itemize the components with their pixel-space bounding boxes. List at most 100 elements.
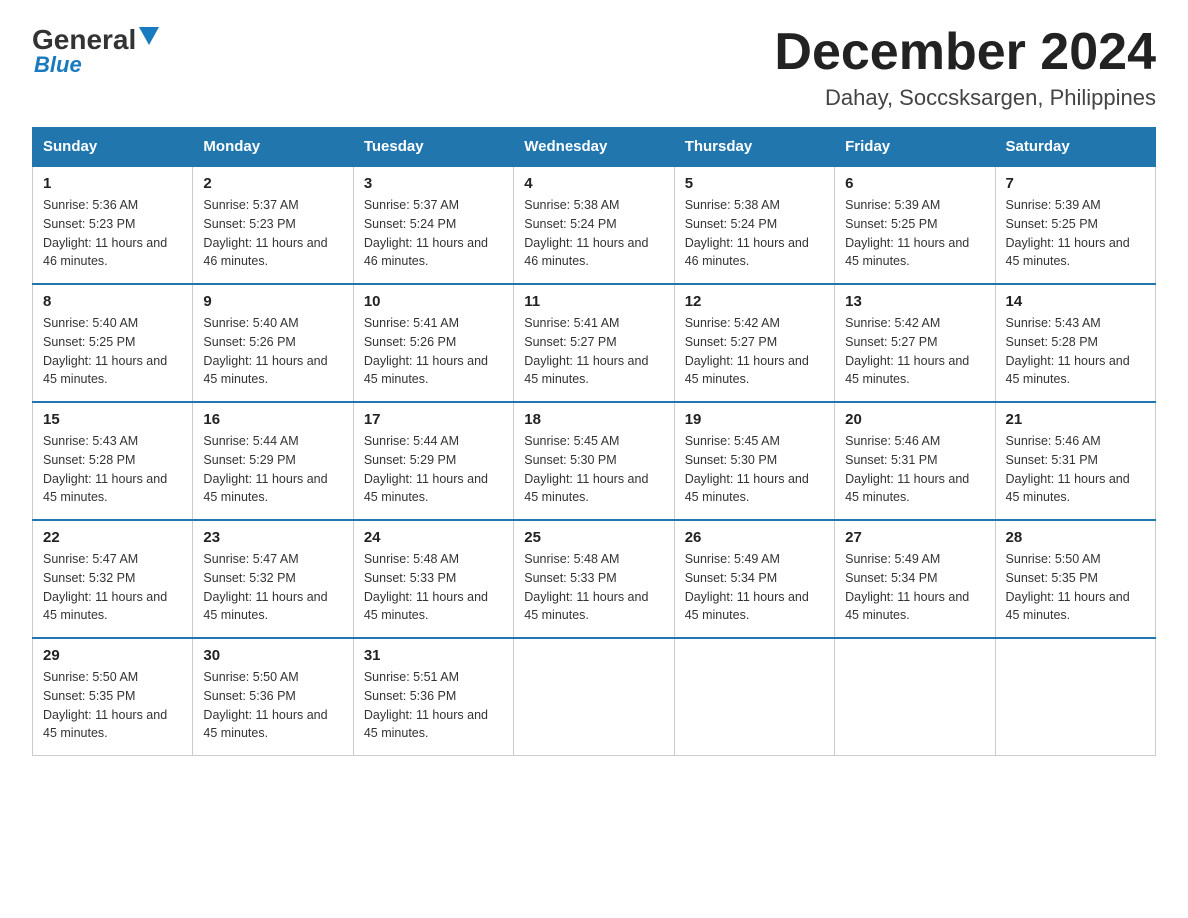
day-number: 21 bbox=[1006, 411, 1145, 428]
day-number: 18 bbox=[524, 411, 663, 428]
day-number: 16 bbox=[203, 411, 342, 428]
logo-triangle-icon bbox=[139, 27, 159, 45]
page-header: General Blue December 2024 Dahay, Soccsk… bbox=[32, 24, 1156, 111]
day-number: 28 bbox=[1006, 529, 1145, 546]
calendar-cell: 11 Sunrise: 5:41 AMSunset: 5:27 PMDayligh… bbox=[514, 284, 674, 402]
logo-area: General Blue bbox=[32, 24, 161, 78]
day-info: Sunrise: 5:49 AMSunset: 5:34 PMDaylight:… bbox=[845, 552, 969, 622]
day-info: Sunrise: 5:49 AMSunset: 5:34 PMDaylight:… bbox=[685, 552, 809, 622]
calendar-cell: 4Sunrise: 5:38 AMSunset: 5:24 PMDaylight… bbox=[514, 166, 674, 284]
calendar-cell: 19 Sunrise: 5:45 AMSunset: 5:30 PMDayligh… bbox=[674, 402, 834, 520]
calendar-cell: 25Sunrise: 5:48 AMSunset: 5:33 PMDayligh… bbox=[514, 520, 674, 638]
calendar-cell: 5 Sunrise: 5:38 AMSunset: 5:24 PMDaylight… bbox=[674, 166, 834, 284]
day-number: 25 bbox=[524, 529, 663, 546]
day-info: Sunrise: 5:43 AMSunset: 5:28 PMDaylight:… bbox=[1006, 316, 1130, 386]
header-monday: Monday bbox=[193, 128, 353, 167]
calendar-cell: 1Sunrise: 5:36 AMSunset: 5:23 PMDaylight… bbox=[33, 166, 193, 284]
day-number: 26 bbox=[685, 529, 824, 546]
calendar-subtitle: Dahay, Soccsksargen, Philippines bbox=[774, 85, 1156, 111]
calendar-table: SundayMondayTuesdayWednesdayThursdayFrid… bbox=[32, 127, 1156, 756]
day-number: 13 bbox=[845, 293, 984, 310]
calendar-cell: 8 Sunrise: 5:40 AMSunset: 5:25 PMDaylight… bbox=[33, 284, 193, 402]
header-wednesday: Wednesday bbox=[514, 128, 674, 167]
calendar-cell: 17Sunrise: 5:44 AMSunset: 5:29 PMDayligh… bbox=[353, 402, 513, 520]
calendar-cell: 14 Sunrise: 5:43 AMSunset: 5:28 PMDayligh… bbox=[995, 284, 1155, 402]
day-info: Sunrise: 5:51 AMSunset: 5:36 PMDaylight:… bbox=[364, 670, 488, 740]
day-number: 3 bbox=[364, 175, 503, 192]
calendar-cell: 30Sunrise: 5:50 AMSunset: 5:36 PMDayligh… bbox=[193, 638, 353, 756]
day-number: 19 bbox=[685, 411, 824, 428]
day-number: 11 bbox=[524, 293, 663, 310]
day-number: 24 bbox=[364, 529, 503, 546]
day-number: 7 bbox=[1006, 175, 1145, 192]
calendar-cell: 21 Sunrise: 5:46 AMSunset: 5:31 PMDayligh… bbox=[995, 402, 1155, 520]
calendar-cell: 27 Sunrise: 5:49 AMSunset: 5:34 PMDayligh… bbox=[835, 520, 995, 638]
week-row-5: 29 Sunrise: 5:50 AMSunset: 5:35 PMDayligh… bbox=[33, 638, 1156, 756]
day-number: 29 bbox=[43, 647, 182, 664]
day-number: 30 bbox=[203, 647, 342, 664]
calendar-cell: 22 Sunrise: 5:47 AMSunset: 5:32 PMDayligh… bbox=[33, 520, 193, 638]
day-number: 5 bbox=[685, 175, 824, 192]
calendar-cell: 26 Sunrise: 5:49 AMSunset: 5:34 PMDayligh… bbox=[674, 520, 834, 638]
day-number: 9 bbox=[203, 293, 342, 310]
day-number: 17 bbox=[364, 411, 503, 428]
day-info: Sunrise: 5:43 AMSunset: 5:28 PMDaylight:… bbox=[43, 434, 167, 504]
day-info: Sunrise: 5:46 AMSunset: 5:31 PMDaylight:… bbox=[1006, 434, 1130, 504]
day-number: 31 bbox=[364, 647, 503, 664]
calendar-cell: 3 Sunrise: 5:37 AMSunset: 5:24 PMDaylight… bbox=[353, 166, 513, 284]
day-info: Sunrise: 5:39 AMSunset: 5:25 PMDaylight:… bbox=[1006, 198, 1130, 268]
calendar-cell bbox=[835, 638, 995, 756]
day-info: Sunrise: 5:50 AMSunset: 5:35 PMDaylight:… bbox=[1006, 552, 1130, 622]
day-info: Sunrise: 5:47 AMSunset: 5:32 PMDaylight:… bbox=[43, 552, 167, 622]
day-number: 14 bbox=[1006, 293, 1145, 310]
calendar-cell: 31 Sunrise: 5:51 AMSunset: 5:36 PMDayligh… bbox=[353, 638, 513, 756]
day-info: Sunrise: 5:41 AMSunset: 5:27 PMDaylight:… bbox=[524, 316, 648, 386]
day-number: 6 bbox=[845, 175, 984, 192]
day-info: Sunrise: 5:39 AMSunset: 5:25 PMDaylight:… bbox=[845, 198, 969, 268]
day-info: Sunrise: 5:45 AMSunset: 5:30 PMDaylight:… bbox=[685, 434, 809, 504]
calendar-cell: 2Sunrise: 5:37 AMSunset: 5:23 PMDaylight… bbox=[193, 166, 353, 284]
day-number: 8 bbox=[43, 293, 182, 310]
calendar-cell bbox=[995, 638, 1155, 756]
calendar-cell: 9Sunrise: 5:40 AMSunset: 5:26 PMDaylight… bbox=[193, 284, 353, 402]
day-info: Sunrise: 5:47 AMSunset: 5:32 PMDaylight:… bbox=[203, 552, 327, 622]
calendar-cell: 12 Sunrise: 5:42 AMSunset: 5:27 PMDayligh… bbox=[674, 284, 834, 402]
day-info: Sunrise: 5:38 AMSunset: 5:24 PMDaylight:… bbox=[524, 198, 648, 268]
day-info: Sunrise: 5:36 AMSunset: 5:23 PMDaylight:… bbox=[43, 198, 167, 268]
day-info: Sunrise: 5:46 AMSunset: 5:31 PMDaylight:… bbox=[845, 434, 969, 504]
calendar-cell: 24Sunrise: 5:48 AMSunset: 5:33 PMDayligh… bbox=[353, 520, 513, 638]
day-info: Sunrise: 5:42 AMSunset: 5:27 PMDaylight:… bbox=[845, 316, 969, 386]
day-info: Sunrise: 5:45 AMSunset: 5:30 PMDaylight:… bbox=[524, 434, 648, 504]
day-info: Sunrise: 5:38 AMSunset: 5:24 PMDaylight:… bbox=[685, 198, 809, 268]
calendar-cell: 20 Sunrise: 5:46 AMSunset: 5:31 PMDayligh… bbox=[835, 402, 995, 520]
calendar-header-row: SundayMondayTuesdayWednesdayThursdayFrid… bbox=[33, 128, 1156, 167]
header-thursday: Thursday bbox=[674, 128, 834, 167]
calendar-cell: 15 Sunrise: 5:43 AMSunset: 5:28 PMDayligh… bbox=[33, 402, 193, 520]
day-number: 10 bbox=[364, 293, 503, 310]
day-info: Sunrise: 5:40 AMSunset: 5:25 PMDaylight:… bbox=[43, 316, 167, 386]
day-number: 27 bbox=[845, 529, 984, 546]
logo-blue-text: Blue bbox=[34, 52, 82, 78]
calendar-cell: 18 Sunrise: 5:45 AMSunset: 5:30 PMDayligh… bbox=[514, 402, 674, 520]
week-row-4: 22 Sunrise: 5:47 AMSunset: 5:32 PMDayligh… bbox=[33, 520, 1156, 638]
header-saturday: Saturday bbox=[995, 128, 1155, 167]
day-info: Sunrise: 5:42 AMSunset: 5:27 PMDaylight:… bbox=[685, 316, 809, 386]
week-row-2: 8 Sunrise: 5:40 AMSunset: 5:25 PMDaylight… bbox=[33, 284, 1156, 402]
week-row-3: 15 Sunrise: 5:43 AMSunset: 5:28 PMDayligh… bbox=[33, 402, 1156, 520]
day-info: Sunrise: 5:50 AMSunset: 5:35 PMDaylight:… bbox=[43, 670, 167, 740]
calendar-cell bbox=[514, 638, 674, 756]
calendar-cell: 13 Sunrise: 5:42 AMSunset: 5:27 PMDayligh… bbox=[835, 284, 995, 402]
calendar-cell: 29 Sunrise: 5:50 AMSunset: 5:35 PMDayligh… bbox=[33, 638, 193, 756]
calendar-cell: 6 Sunrise: 5:39 AMSunset: 5:25 PMDaylight… bbox=[835, 166, 995, 284]
calendar-cell: 10Sunrise: 5:41 AMSunset: 5:26 PMDayligh… bbox=[353, 284, 513, 402]
day-number: 22 bbox=[43, 529, 182, 546]
calendar-title: December 2024 bbox=[774, 24, 1156, 81]
day-info: Sunrise: 5:37 AMSunset: 5:24 PMDaylight:… bbox=[364, 198, 488, 268]
day-number: 15 bbox=[43, 411, 182, 428]
day-number: 20 bbox=[845, 411, 984, 428]
calendar-cell: 16Sunrise: 5:44 AMSunset: 5:29 PMDayligh… bbox=[193, 402, 353, 520]
calendar-cell: 23Sunrise: 5:47 AMSunset: 5:32 PMDayligh… bbox=[193, 520, 353, 638]
calendar-cell: 28 Sunrise: 5:50 AMSunset: 5:35 PMDayligh… bbox=[995, 520, 1155, 638]
day-number: 12 bbox=[685, 293, 824, 310]
week-row-1: 1Sunrise: 5:36 AMSunset: 5:23 PMDaylight… bbox=[33, 166, 1156, 284]
